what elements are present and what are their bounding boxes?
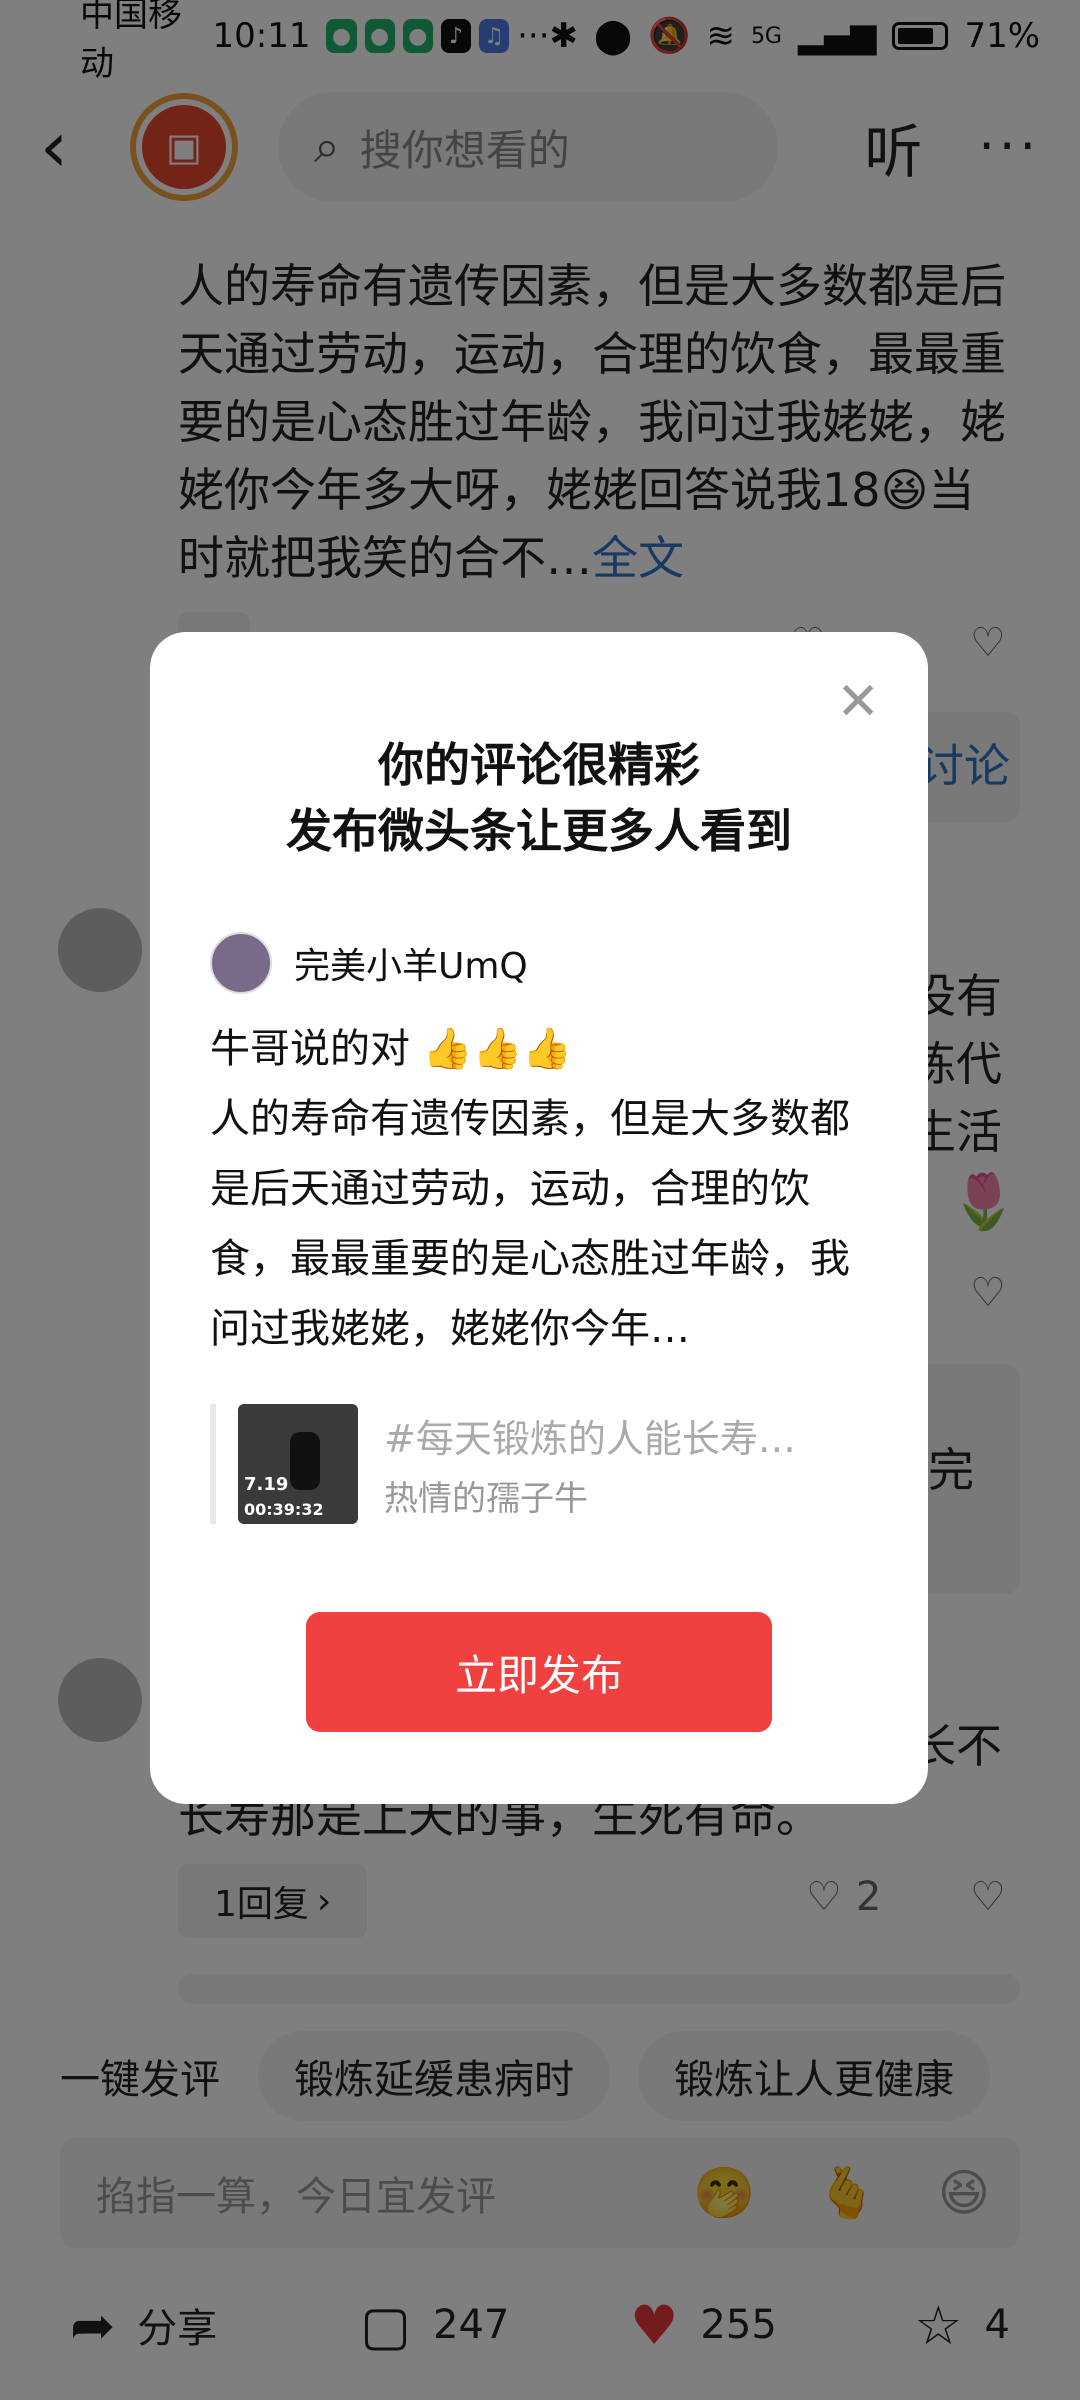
publish-now-button[interactable]: 立即发布 [306,1612,772,1732]
comment-body-text: 人的寿命有遗传因素，但是大多数都是后天通过劳动，运动，合理的饮食，最最重要的是心… [210,1096,850,1352]
dialog-title: 你的评论很精彩 发布微头条让更多人看到 [150,732,928,864]
runner-silhouette [290,1432,320,1490]
close-icon[interactable]: ✕ [836,672,880,732]
thumbnail-duration: 00:39:32 [244,1500,324,1519]
author-name: 完美小羊UmQ [294,946,528,987]
thumbs-up-emoji-icon: 👍👍👍 [422,1026,573,1072]
author-avatar [210,932,272,994]
quoted-post-author: 热情的孺子牛 [384,1479,588,1519]
thumbnail-distance: 7.19 [244,1474,289,1495]
dialog-title-line-1: 你的评论很精彩 [378,738,700,792]
comment-preview: 牛哥说的对 👍👍👍 人的寿命有遗传因素，但是大多数都是后天通过劳动，运动，合理的… [210,1014,870,1364]
comment-first-line: 牛哥说的对 [210,1026,410,1072]
dialog-title-line-2: 发布微头条让更多人看到 [286,804,792,858]
quoted-post: 7.19 00:39:32 #每天锻炼的人能长寿… 热情的孺子牛 [210,1404,870,1524]
quoted-post-title: #每天锻炼的人能长寿… [384,1417,796,1461]
publish-dialog: ✕ 你的评论很精彩 发布微头条让更多人看到 完美小羊UmQ 牛哥说的对 👍👍👍 … [150,632,928,1804]
post-thumbnail: 7.19 00:39:32 [238,1404,358,1524]
comment-author: 完美小羊UmQ [210,932,528,994]
